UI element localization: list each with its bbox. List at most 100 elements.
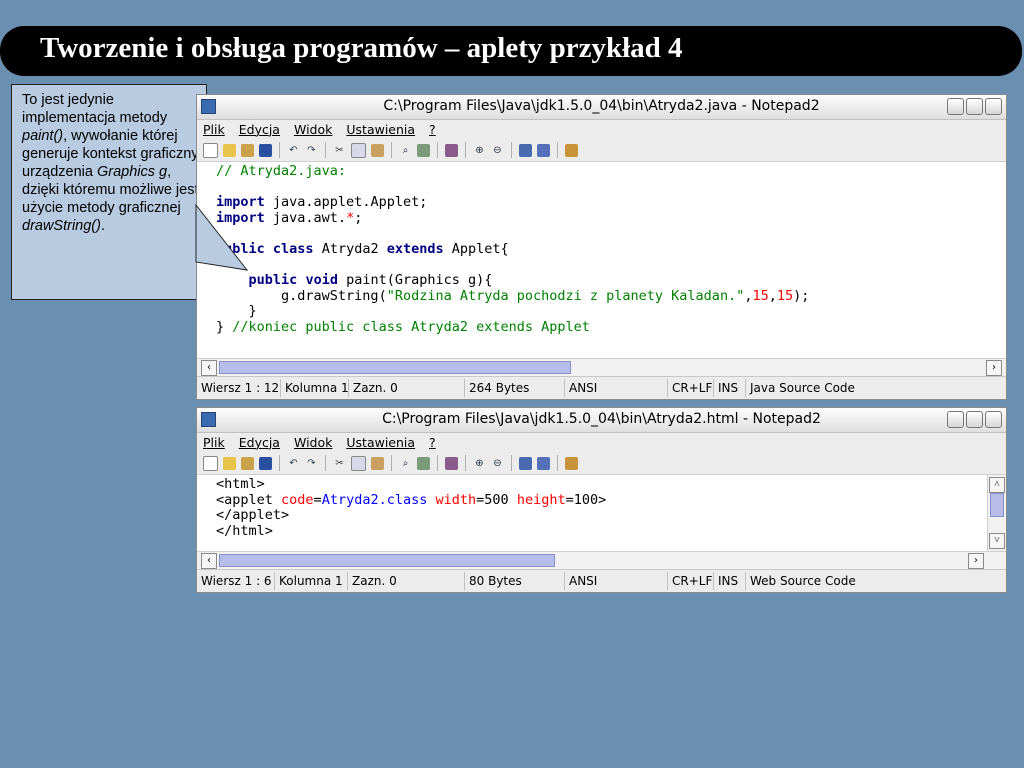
scrollbar-thumb[interactable] xyxy=(219,361,571,374)
status-bar: Wiersz 1 : 6 Kolumna 1 Zazn. 0 80 Bytes … xyxy=(197,570,1006,592)
scheme-icon[interactable] xyxy=(519,456,532,470)
callout-text-4: . xyxy=(100,218,105,234)
open-folder-icon[interactable] xyxy=(223,456,236,470)
scroll-up-icon[interactable]: ˄ xyxy=(989,477,1005,493)
status-selection: Zazn. 0 xyxy=(349,379,465,397)
minimize-button[interactable] xyxy=(947,98,964,115)
save-icon[interactable] xyxy=(259,456,272,470)
font-icon[interactable] xyxy=(537,456,550,470)
scroll-right-icon[interactable]: › xyxy=(968,553,984,569)
status-language: Java Source Code xyxy=(750,381,855,395)
code-text: g.drawString( xyxy=(281,287,387,304)
code-editor[interactable]: // Atryda2.java: import java.applet.Appl… xyxy=(197,162,1006,359)
cut-icon[interactable]: ✂ xyxy=(333,457,346,470)
scroll-down-icon[interactable]: ˅ xyxy=(989,533,1005,549)
undo-icon[interactable]: ↶ xyxy=(287,457,300,470)
code-text: = xyxy=(313,491,322,508)
scroll-right-icon[interactable]: › xyxy=(986,360,1002,376)
replace-icon[interactable] xyxy=(417,456,430,470)
keyword: import xyxy=(216,209,265,226)
code-text: <applet xyxy=(216,491,282,508)
zoom-out-icon[interactable]: ⊖ xyxy=(491,457,504,470)
maximize-button[interactable] xyxy=(966,98,983,115)
keyword: public xyxy=(248,272,298,289)
cut-icon[interactable]: ✂ xyxy=(333,144,346,157)
exit-icon[interactable] xyxy=(565,456,578,470)
code-editor[interactable]: <html> <applet code=Atryda2.class width=… xyxy=(197,475,1006,552)
status-column: Kolumna 1 xyxy=(281,379,349,397)
status-line: Wiersz 1 : 12 xyxy=(197,379,281,397)
paste-icon[interactable] xyxy=(371,456,384,470)
code-line: // Atryda2.java: xyxy=(216,163,347,179)
minimize-button[interactable] xyxy=(947,411,964,428)
redo-icon[interactable]: ↷ xyxy=(305,144,318,157)
browse-icon[interactable] xyxy=(241,456,254,470)
keyword: extends xyxy=(386,240,444,257)
menu-file[interactable]: Plik xyxy=(203,435,225,450)
keyword: void xyxy=(305,272,338,289)
save-icon[interactable] xyxy=(259,143,272,157)
notepad-window-java[interactable]: C:\Program Files\Java\jdk1.5.0_04\bin\At… xyxy=(196,94,1007,400)
code-operator: * xyxy=(346,209,355,226)
copy-icon[interactable] xyxy=(351,142,366,158)
new-file-icon[interactable] xyxy=(203,455,218,471)
status-selection: Zazn. 0 xyxy=(348,572,465,590)
scrollbar-thumb[interactable] xyxy=(990,493,1004,517)
zoom-out-icon[interactable]: ⊖ xyxy=(491,144,504,157)
menu-edit[interactable]: Edycja xyxy=(239,122,280,137)
replace-icon[interactable] xyxy=(417,143,430,157)
scheme-icon[interactable] xyxy=(519,143,532,157)
horizontal-scrollbar[interactable]: ‹ › xyxy=(197,552,1006,570)
copy-icon[interactable] xyxy=(351,455,366,471)
keyword: import xyxy=(216,194,265,211)
scroll-left-icon[interactable]: ‹ xyxy=(201,553,217,569)
code-attribute: height xyxy=(516,491,566,508)
redo-icon[interactable]: ↷ xyxy=(305,457,318,470)
callout-text-1: To jest jedynie implementacja metody xyxy=(22,92,168,126)
menu-bar: Plik Edycja Widok Ustawienia ? xyxy=(197,120,1006,139)
menu-help[interactable]: ? xyxy=(429,435,436,450)
zoom-in-icon[interactable]: ⊕ xyxy=(473,457,486,470)
scroll-left-icon[interactable]: ‹ xyxy=(201,360,217,376)
font-icon[interactable] xyxy=(537,143,550,157)
close-button[interactable] xyxy=(985,98,1002,115)
menu-file[interactable]: Plik xyxy=(203,122,225,137)
callout-graphics: Graphics g xyxy=(96,164,168,180)
menu-view[interactable]: Widok xyxy=(294,122,332,137)
window-title: C:\Program Files\Java\jdk1.5.0_04\bin\At… xyxy=(383,98,820,114)
menu-edit[interactable]: Edycja xyxy=(239,435,280,450)
window-titlebar[interactable]: C:\Program Files\Java\jdk1.5.0_04\bin\At… xyxy=(197,408,1006,433)
menu-view[interactable]: Widok xyxy=(294,435,332,450)
find-icon[interactable]: ⌕ xyxy=(399,457,412,470)
menu-settings[interactable]: Ustawienia xyxy=(346,435,415,450)
code-value: 100 xyxy=(573,491,599,508)
new-file-icon[interactable] xyxy=(203,142,218,158)
notepad-window-html[interactable]: C:\Program Files\Java\jdk1.5.0_04\bin\At… xyxy=(196,407,1007,593)
zoom-in-icon[interactable]: ⊕ xyxy=(473,144,486,157)
word-wrap-icon[interactable] xyxy=(445,143,458,157)
paste-icon[interactable] xyxy=(371,143,384,157)
word-wrap-icon[interactable] xyxy=(445,456,458,470)
browse-icon[interactable] xyxy=(241,143,254,157)
undo-icon[interactable]: ↶ xyxy=(287,144,300,157)
horizontal-scrollbar[interactable]: ‹ › xyxy=(197,359,1006,377)
code-attribute: code xyxy=(281,491,314,508)
toolbar: ↶ ↷ ✂ ⌕ ⊕ ⊖ xyxy=(197,139,1006,162)
find-icon[interactable]: ⌕ xyxy=(399,144,412,157)
code-value: Atryda2.class xyxy=(321,491,428,508)
vertical-scrollbar[interactable]: ˄ ˅ xyxy=(987,475,1006,551)
menu-settings[interactable]: Ustawienia xyxy=(346,122,415,137)
code-text: Atryda2 xyxy=(313,240,387,257)
exit-icon[interactable] xyxy=(565,143,578,157)
code-text: } xyxy=(248,303,257,320)
maximize-button[interactable] xyxy=(966,411,983,428)
window-titlebar[interactable]: C:\Program Files\Java\jdk1.5.0_04\bin\At… xyxy=(197,95,1006,120)
scrollbar-thumb[interactable] xyxy=(219,554,555,567)
close-button[interactable] xyxy=(985,411,1002,428)
status-encoding: ANSI xyxy=(565,379,668,397)
menu-help[interactable]: ? xyxy=(429,122,436,137)
code-text: java.applet.Applet; xyxy=(264,194,428,211)
code-number: 15 xyxy=(776,287,794,304)
status-mode: INS xyxy=(714,572,746,590)
open-folder-icon[interactable] xyxy=(223,143,236,157)
